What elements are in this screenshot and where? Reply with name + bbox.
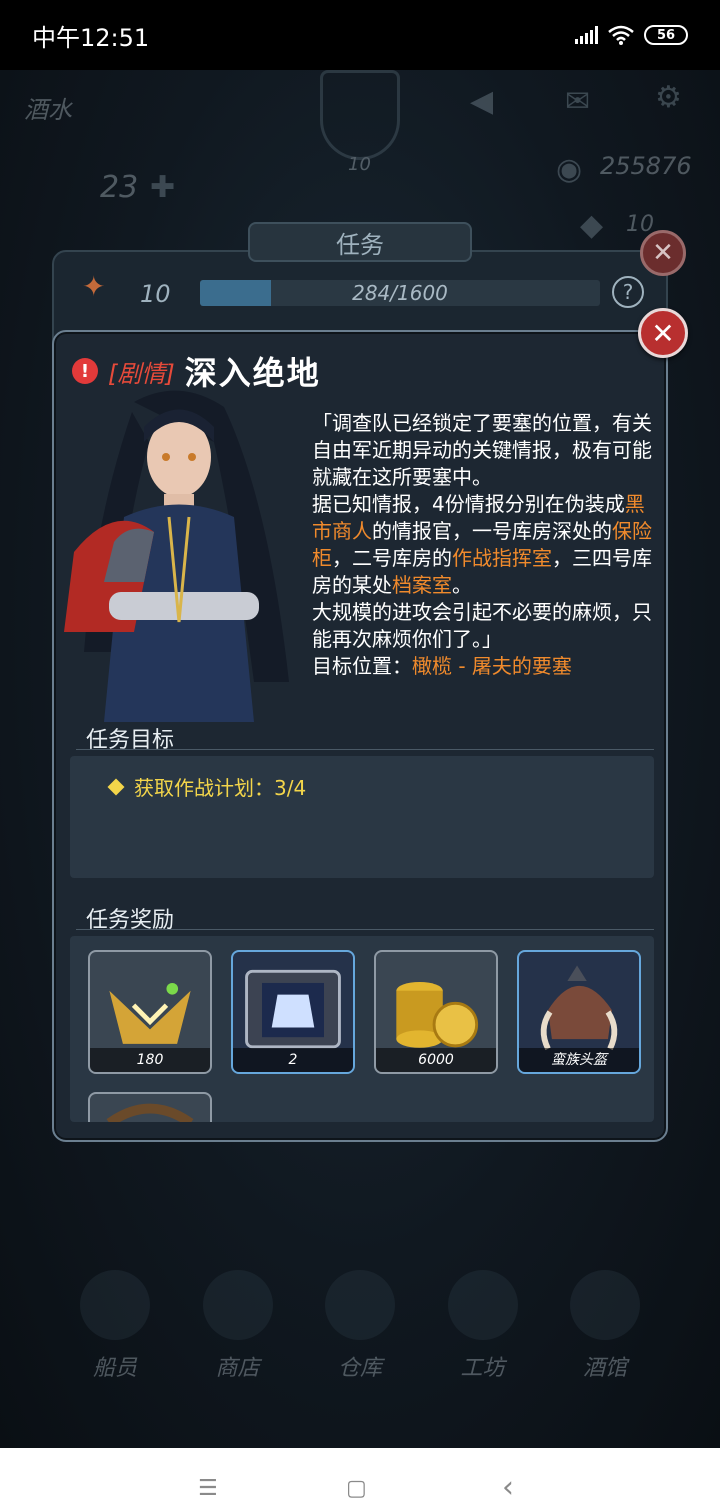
crew-icon (80, 1270, 150, 1340)
reward-item-partial[interactable] (88, 1092, 212, 1122)
player-name: 酒水 (24, 96, 72, 124)
character-portrait (64, 390, 289, 722)
item-icon (106, 1103, 194, 1122)
objective-text: 获取作战计划：3/4 (134, 776, 307, 800)
gem-icon: ◆ (580, 208, 604, 243)
story-paragraph-3: 大规模的进攻会引起不必要的麻烦，只能再次麻烦你们了。」 (312, 600, 652, 651)
story-paragraph-1: 「调查队已经锁定了要塞的位置，有关自由军近期异动的关键情报，极有可能就藏在这所要… (312, 411, 652, 489)
reward-list: 180 2 6000 蛮族头盔 (70, 936, 654, 1122)
tavern-icon (570, 1270, 640, 1340)
story-paragraph-2: 据已知情报，4份情报分别在伪装成黑市商人的情报官，一号库房深处的保险柜，二号库房… (312, 492, 652, 597)
help-button[interactable]: ? (612, 276, 644, 308)
signal-icon (575, 26, 598, 44)
nav-tavern: 酒馆 (550, 1270, 660, 1382)
quest-progress-bar: 284/1600 (200, 280, 600, 306)
keyword-command-room: 作战指挥室 (452, 546, 552, 570)
guild-emblem-icon (320, 70, 400, 160)
plus-icon: ✚ (150, 170, 176, 205)
menu-icon[interactable]: ☰ (198, 1476, 218, 1499)
player-level: 10 (348, 154, 371, 175)
back-icon[interactable]: ‹ (502, 1470, 514, 1499)
objective-divider (76, 749, 654, 750)
keyword-archive: 档案室 (392, 573, 452, 597)
rank-icon: ✦ (82, 270, 106, 303)
warehouse-icon (325, 1270, 395, 1340)
shop-icon (202, 1270, 273, 1340)
dialog-close-button[interactable]: ✕ (638, 308, 688, 358)
system-indicators: 56 (575, 25, 688, 45)
target-location-value: 橄榄 - 屠夫的要塞 (412, 654, 572, 678)
nav-shop: 商店 (183, 1270, 293, 1382)
nav-crew: 船员 (60, 1270, 170, 1382)
gear-icon: ⚙ (655, 80, 682, 115)
coin-stack-icon: ◉ (556, 152, 583, 187)
workshop-icon (447, 1270, 518, 1340)
home-icon[interactable]: ▢ (346, 1476, 367, 1499)
reward-item-armor-crate[interactable]: 2 (231, 950, 355, 1074)
reward-item-rank-emblem[interactable]: 180 (88, 950, 212, 1074)
quest-level: 10 (140, 280, 171, 308)
quest-panel-close-button[interactable]: ✕ (640, 230, 686, 276)
alert-icon: ! (72, 358, 98, 384)
system-nav-bar: ☰ ▢ ‹ (0, 1448, 720, 1499)
quest-progress-text: 284/1600 (352, 281, 448, 305)
reward-item-barbarian-helmet[interactable]: 蛮族头盔 (517, 950, 641, 1074)
quest-panel-title: 任务 (248, 222, 472, 262)
wifi-icon (608, 25, 634, 45)
clock: 中午12:51 (32, 23, 150, 52)
nav-warehouse: 仓库 (305, 1270, 415, 1382)
background-bottom-nav: 船员 商店 仓库 工坊 酒馆 (60, 1270, 660, 1382)
battery-icon: 56 (644, 25, 688, 45)
story-text: 「调查队已经锁定了要塞的位置，有关自由军近期异动的关键情报，极有可能就藏在这所要… (312, 410, 662, 680)
status-bar: 中午12:51 56 (0, 0, 720, 70)
target-location: 目标位置：橄榄 - 屠夫的要塞 (312, 654, 572, 678)
mission-dialog: ! [剧情] 深入绝地 「调查队已经锁定了要塞的位置，有关自由军近期异动的关键情… (52, 330, 668, 1142)
diamond-icon (107, 778, 125, 795)
gold-amount: 255876 (600, 152, 692, 180)
reward-divider (76, 929, 654, 930)
objective-box: 获取作战计划：3/4 (70, 756, 654, 878)
reward-item-gold[interactable]: 6000 (374, 950, 498, 1074)
sound-icon: ◀ (470, 84, 494, 119)
nav-workshop: 工坊 (428, 1270, 538, 1382)
objective-item: 获取作战计划：3/4 (107, 772, 307, 801)
mail-icon: ✉ (565, 84, 591, 119)
energy-value: 23 (100, 170, 139, 205)
